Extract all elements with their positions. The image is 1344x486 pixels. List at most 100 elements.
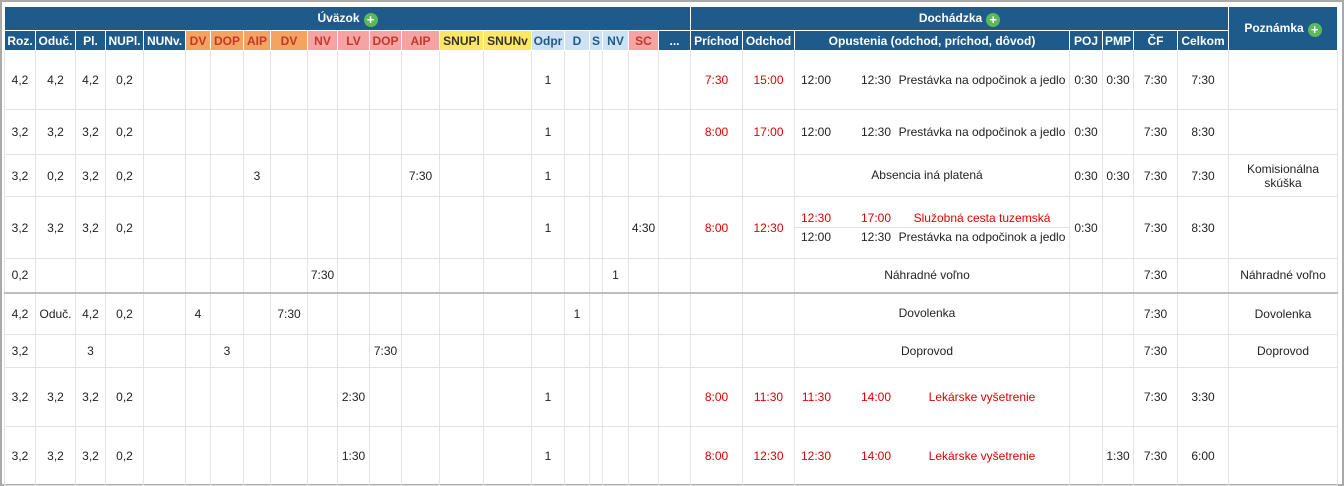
cell-poznamka[interactable] — [1228, 367, 1338, 427]
cell-opustenia: Doprovod — [794, 334, 1070, 368]
cell-aip1 — [243, 109, 271, 155]
cell-dv1: 4 — [185, 291, 211, 335]
col-header-cf[interactable]: ČF — [1133, 30, 1178, 51]
cell-poznamka[interactable] — [1228, 426, 1338, 486]
col-header-d[interactable]: D — [564, 30, 590, 51]
cell-oduc — [35, 258, 76, 293]
cell-snupl — [439, 367, 484, 427]
cell-pl: 4,2 — [75, 50, 106, 110]
cell-prichod — [690, 291, 743, 335]
col-header-opustenia[interactable]: Opustenia (odchod, príchod, dôvod) — [794, 30, 1070, 51]
cell-lv — [337, 258, 370, 293]
col-header-poj[interactable]: POJ — [1069, 30, 1103, 51]
cell-cf: 7:30 — [1133, 196, 1178, 259]
cell-poznamka[interactable]: Dovolenka — [1228, 291, 1338, 335]
cell-cf: 7:30 — [1133, 334, 1178, 368]
col-header-dop1[interactable]: DOP — [210, 30, 244, 51]
table-row[interactable]: 3,2 3,2 3,2 0,2 1 8:00 17:00 12:00 12:30 Prestávk… — [4, 109, 1338, 155]
table-row[interactable]: 3,2 3,2 3,2 0,2 1 4:30 8:00 12:30 12:30 17:00 Služ… — [4, 196, 1338, 259]
col-header-dv2[interactable]: DV — [270, 30, 308, 51]
col-header-aip1[interactable]: AIP — [243, 30, 271, 51]
cell-s — [589, 291, 603, 335]
table-row[interactable]: 0,2 7:30 1 Náhradné voľno 7:30 Náhradné voľno — [4, 258, 1338, 293]
col-header-snunv[interactable]: SNUNv — [483, 30, 532, 51]
col-header-dv1[interactable]: DV — [185, 30, 211, 51]
col-header-nv2[interactable]: NV — [602, 30, 629, 51]
col-header-pmp[interactable]: PMP — [1102, 30, 1134, 51]
cell-poznamka[interactable]: Komisionálna skúška — [1228, 154, 1338, 197]
col-header-celkom[interactable]: Celkom — [1177, 30, 1229, 51]
cell-snunv — [483, 334, 532, 368]
cell-roz: 3,2 — [4, 154, 36, 197]
col-header-roz[interactable]: Roz. — [4, 30, 36, 51]
cell-nupl: 0,2 — [105, 426, 144, 486]
col-header-oduc[interactable]: Oduč. — [35, 30, 76, 51]
col-header-snupl[interactable]: SNUPl — [439, 30, 484, 51]
cell-poznamka[interactable]: Náhradné voľno — [1228, 258, 1338, 293]
cell-aip2 — [401, 50, 440, 110]
cell-dv1 — [185, 367, 211, 427]
col-header-pl[interactable]: Pl. — [75, 30, 106, 51]
cell-dop2 — [369, 426, 402, 486]
cell-snunv — [483, 426, 532, 486]
cell-poznamka[interactable] — [1228, 196, 1338, 259]
cell-nv2 — [602, 154, 629, 197]
cell-poznamka[interactable] — [1228, 50, 1338, 110]
cell-dv1 — [185, 196, 211, 259]
col-header-sc[interactable]: SC — [628, 30, 659, 51]
cell-celkom: 7:30 — [1177, 50, 1229, 110]
add-uvazok-icon[interactable]: + — [363, 12, 378, 27]
cell-aip1 — [243, 426, 271, 486]
cell-sc — [628, 258, 659, 293]
col-header-prichod[interactable]: Príchod — [690, 30, 743, 51]
attendance-table: Úväzok + Dochádzka + Poznámka + Roz. Oduč. Pl… — [4, 6, 1338, 486]
table-row[interactable]: 4,2 4,2 4,2 0,2 1 7:30 15:00 12:00 12:30 Prestávk… — [4, 50, 1338, 110]
cell-opustenia: 12:00 12:30 Prestávka na odpočinok a jedlo — [794, 50, 1070, 110]
leave-from: 12:00 — [800, 125, 831, 139]
leave-from: 11:30 — [801, 390, 831, 404]
cell-d — [564, 154, 590, 197]
cell-nupl: 0,2 — [105, 109, 144, 155]
cell-poznamka[interactable]: Doprovod — [1228, 334, 1338, 368]
cell-dop2 — [369, 196, 402, 259]
cell-nupl: 0,2 — [105, 367, 144, 427]
add-poznamka-icon[interactable]: + — [1307, 22, 1322, 37]
leave-from: 12:00 — [800, 230, 831, 244]
add-dochadzka-icon[interactable]: + — [986, 12, 1001, 27]
table-row[interactable]: 3,2 3 3 7:30 Doprovod 7:30 Doprovod — [4, 334, 1338, 368]
cell-nv1 — [307, 426, 338, 486]
col-header-dop2[interactable]: DOP — [369, 30, 402, 51]
col-header-odpr[interactable]: Odpr — [531, 30, 565, 51]
cell-nupl: 0,2 — [105, 154, 144, 197]
leave-entry: Absencia iná platená — [796, 167, 1069, 184]
cell-prichod: 8:00 — [690, 196, 743, 259]
group-poznamka-header: Poznámka + — [1228, 6, 1338, 51]
cell-oduc: 3,2 — [35, 196, 76, 259]
col-header-odchod[interactable]: Odchod — [742, 30, 795, 51]
col-header-nunv[interactable]: NUNv. — [143, 30, 186, 51]
table-row[interactable]: 4,2 Oduč. 4,2 0,2 4 7:30 1 Dovolenka 7:30 Dovolen… — [4, 291, 1338, 335]
cell-pl: 3,2 — [75, 426, 106, 486]
cell-snupl — [439, 426, 484, 486]
cell-snunv — [483, 367, 532, 427]
cell-poznamka[interactable] — [1228, 109, 1338, 155]
table-row[interactable]: 3,2 0,2 3,2 0,2 3 7:30 1 Absencia iná platená 0:… — [4, 154, 1338, 197]
cell-more — [658, 367, 691, 427]
cell-roz: 3,2 — [4, 426, 36, 486]
group-dochadzka-label: Dochádzka — [918, 10, 983, 25]
cell-nv2 — [602, 426, 629, 486]
table-row[interactable]: 3,2 3,2 3,2 0,2 2:30 1 8:00 11:30 11:30 14:00 Leká… — [4, 367, 1338, 427]
col-header-lv[interactable]: LV — [337, 30, 370, 51]
leave-reason: Absencia iná platená — [871, 168, 983, 182]
col-header-nv1[interactable]: NV — [307, 30, 338, 51]
col-header-nupl[interactable]: NUPl. — [105, 30, 144, 51]
cell-more — [658, 426, 691, 486]
table-row[interactable]: 3,2 3,2 3,2 0,2 1:30 1 8:00 12:30 12:30 14:00 Leká… — [4, 426, 1338, 486]
cell-d — [564, 109, 590, 155]
col-header-aip2[interactable]: AIP — [401, 30, 440, 51]
cell-prichod — [690, 258, 743, 293]
col-header-more[interactable]: ... — [658, 30, 691, 51]
col-header-s[interactable]: S — [589, 30, 603, 51]
cell-cf: 7:30 — [1133, 258, 1178, 293]
cell-poj — [1069, 258, 1103, 293]
